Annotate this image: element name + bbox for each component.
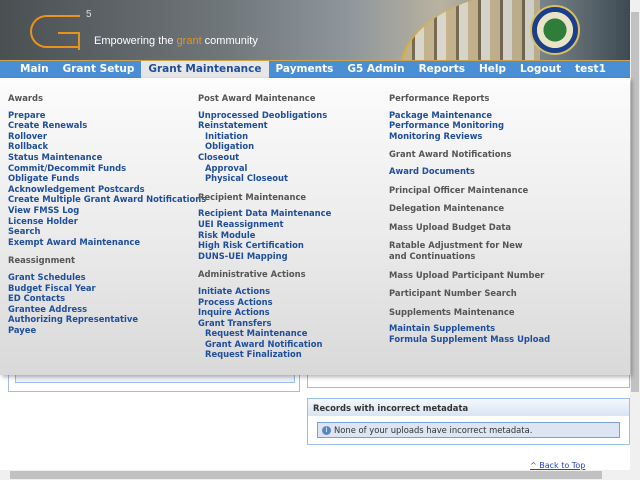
menu-heading-grant-award-notifications: Grant Award Notifications — [389, 149, 512, 160]
panel-title: Records with incorrect metadata — [308, 399, 629, 416]
menu-item-initiate-actions[interactable]: Initiate Actions — [198, 286, 383, 297]
menu-item-budget-fiscal-year[interactable]: Budget Fiscal Year — [8, 283, 193, 294]
menu-item-view-fmss-log[interactable]: View FMSS Log — [8, 205, 193, 216]
nav-tab-main[interactable]: Main — [13, 61, 56, 78]
menu-heading-delegation-maintenance: Delegation Maintenance — [389, 203, 505, 214]
menu-item-ed-contacts[interactable]: ED Contacts — [8, 293, 193, 304]
menu-item-exempt-award-maintenance[interactable]: Exempt Award Maintenance — [8, 237, 193, 248]
menu-heading-post-award-maintenance: Post Award Maintenance — [198, 93, 316, 103]
menu-item-inquire-actions[interactable]: Inquire Actions — [198, 307, 383, 318]
menu-item-rollover[interactable]: Rollover — [8, 131, 193, 142]
menu-column: Performance Reports Package Maintenance Pe… — [389, 90, 574, 345]
menu-item-uei-reassignment[interactable]: UEI Reassignment — [198, 219, 383, 230]
menu-item-grantee-address[interactable]: Grantee Address — [8, 304, 193, 315]
menu-item-maintain-supplements[interactable]: Maintain Supplements — [389, 323, 574, 334]
grant-maintenance-dropdown: Awards Prepare Create Renewals Rollover Roll… — [0, 78, 630, 375]
menu-item-monitoring-reviews[interactable]: Monitoring Reviews — [389, 131, 574, 142]
menu-heading-recipient-maintenance: Recipient Maintenance — [198, 191, 307, 202]
menu-item-grant-schedules[interactable]: Grant Schedules — [8, 272, 193, 283]
menu-item-closeout[interactable]: Closeout — [198, 152, 383, 163]
menu-item-approval[interactable]: Approval — [198, 163, 383, 174]
header-library-image — [400, 0, 540, 60]
menu-item-obligate-funds[interactable]: Obligate Funds — [8, 173, 193, 184]
nav-tab-logout[interactable]: Logout — [513, 61, 568, 78]
menu-item-process-actions[interactable]: Process Actions — [198, 297, 383, 308]
menu-item-formula-supplement-mass-upload[interactable]: Formula Supplement Mass Upload — [389, 334, 574, 345]
menu-item-request-finalization[interactable]: Request Finalization — [198, 349, 383, 360]
menu-heading-awards: Awards — [8, 93, 43, 103]
tagline: Empowering the grant community — [94, 35, 258, 47]
menu-heading-ratable-adjustment-for-new-and-continuations: Ratable Adjustment for New and Continuat… — [389, 240, 523, 261]
menu-item-high-risk-certification[interactable]: High Risk Certification — [198, 240, 383, 251]
site-header: 5 Empowering the grant community — [0, 0, 630, 60]
menu-item-performance-monitoring[interactable]: Performance Monitoring — [389, 120, 574, 131]
menu-heading-participant-number-search: Participant Number Search — [389, 288, 517, 299]
menu-column: Post Award Maintenance Unprocessed Deobli… — [198, 90, 383, 360]
menu-item-prepare[interactable]: Prepare — [8, 110, 193, 121]
menu-item-status-maintenance[interactable]: Status Maintenance — [8, 152, 193, 163]
menu-heading-mass-upload-participant-number: Mass Upload Participant Number — [389, 269, 545, 280]
nav-tab-help[interactable]: Help — [472, 61, 513, 78]
menu-item-grant-award-notification[interactable]: Grant Award Notification — [198, 339, 383, 350]
horizontal-scrollbar[interactable] — [0, 470, 640, 480]
menu-item-risk-module[interactable]: Risk Module — [198, 230, 383, 241]
menu-item-grant-transfers[interactable]: Grant Transfers — [198, 318, 383, 329]
info-icon: i — [322, 425, 331, 435]
menu-item-license-holder[interactable]: License Holder — [8, 216, 193, 227]
nav-tab-g5-admin[interactable]: G5 Admin — [340, 61, 411, 78]
department-seal-logo — [530, 5, 580, 55]
menu-item-payee[interactable]: Payee — [8, 325, 193, 336]
back-to-top-link[interactable]: ^ Back to Top — [530, 461, 585, 470]
menu-heading-supplements-maintenance: Supplements Maintenance — [389, 306, 515, 317]
menu-item-create-renewals[interactable]: Create Renewals — [8, 120, 193, 131]
menu-item-request-maintenance[interactable]: Request Maintenance — [198, 328, 383, 339]
menu-item-obligation[interactable]: Obligation — [198, 141, 383, 152]
menu-item-create-multiple-grant-award-notifications[interactable]: Create Multiple Grant Award Notification… — [8, 194, 206, 205]
vertical-scrollbar[interactable] — [630, 0, 640, 470]
menu-item-rollback[interactable]: Rollback — [8, 141, 193, 152]
nav-tab-payments[interactable]: Payments — [269, 61, 341, 78]
menu-item-reinstatement[interactable]: Reinstatement — [198, 120, 383, 131]
info-message: i None of your uploads have incorrect met… — [317, 422, 620, 438]
nav-tab-grant-maintenance[interactable]: Grant Maintenance — [141, 61, 269, 78]
menu-heading-principal-officer-maintenance: Principal Officer Maintenance — [389, 184, 529, 195]
incorrect-metadata-panel: Records with incorrect metadata i None of… — [307, 398, 630, 445]
menu-item-physical-closeout[interactable]: Physical Closeout — [198, 173, 383, 184]
menu-column: Awards Prepare Create Renewals Rollover Roll… — [8, 90, 206, 336]
menu-heading-mass-upload-budget-data: Mass Upload Budget Data — [389, 221, 512, 232]
menu-item-recipient-data-maintenance[interactable]: Recipient Data Maintenance — [198, 208, 383, 219]
menu-item-initiation[interactable]: Initiation — [198, 131, 383, 142]
menu-item-acknowledgement-postcards[interactable]: Acknowledgement Postcards — [8, 184, 193, 195]
menu-item-unprocessed-deobligations[interactable]: Unprocessed Deobligations — [198, 110, 383, 121]
menu-item-award-documents[interactable]: Award Documents — [389, 166, 574, 177]
menu-item-search[interactable]: Search — [8, 226, 193, 237]
menu-heading-performance-reports: Performance Reports — [389, 93, 490, 103]
g5-logo[interactable] — [30, 15, 80, 50]
menu-item-commit-decommit-funds[interactable]: Commit/Decommit Funds — [8, 163, 193, 174]
nav-tab-reports[interactable]: Reports — [412, 61, 472, 78]
nav-tab-grant-setup[interactable]: Grant Setup — [56, 61, 142, 78]
menu-heading-administrative-actions: Administrative Actions — [198, 269, 306, 280]
menu-item-package-maintenance[interactable]: Package Maintenance — [389, 110, 574, 121]
menu-item-duns-uei-mapping[interactable]: DUNS-UEI Mapping — [198, 251, 383, 262]
menu-heading-reassignment: Reassignment — [8, 255, 75, 266]
menu-item-authorizing-representative[interactable]: Authorizing Representative — [8, 314, 193, 325]
main-nav: Main Grant Setup Grant Maintenance Payments… — [0, 60, 630, 78]
nav-tab-test1[interactable]: test1 — [568, 61, 613, 78]
